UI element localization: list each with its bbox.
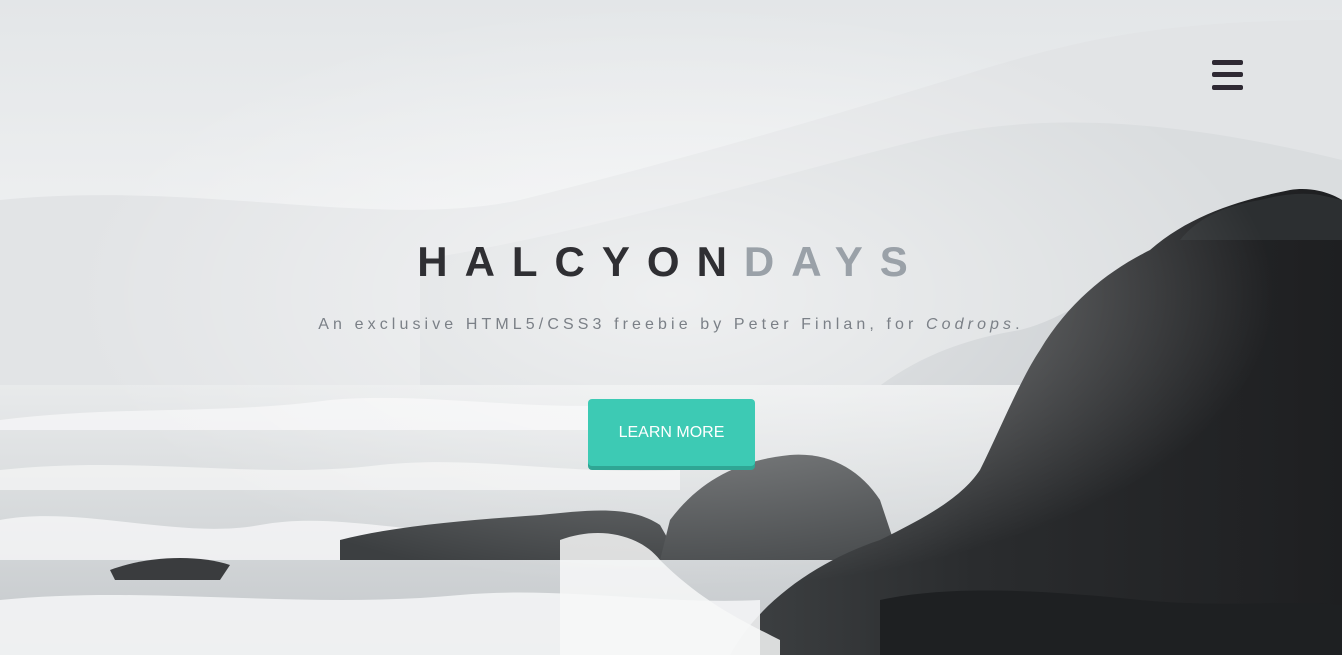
codrops-link[interactable]: Codrops <box>926 316 1015 333</box>
hero-subtitle: An exclusive HTML5/CSS3 freebie by Peter… <box>0 316 1342 334</box>
hamburger-menu-icon[interactable] <box>1212 60 1243 90</box>
menu-line-middle <box>1212 72 1243 77</box>
menu-line-top <box>1212 60 1243 65</box>
hero-subtitle-end: . <box>1015 316 1024 333</box>
hero-title-part2: DAYS <box>743 238 925 285</box>
learn-more-button[interactable]: LEARN MORE <box>588 399 755 466</box>
hero-title-part1: HALCYON <box>417 238 744 285</box>
menu-line-bottom <box>1212 85 1243 90</box>
hero-subtitle-text: An exclusive HTML5/CSS3 freebie by Peter… <box>318 316 926 333</box>
hero-section: HALCYONDAYS An exclusive HTML5/CSS3 free… <box>0 0 1342 655</box>
hero-title: HALCYONDAYS <box>0 238 1342 286</box>
